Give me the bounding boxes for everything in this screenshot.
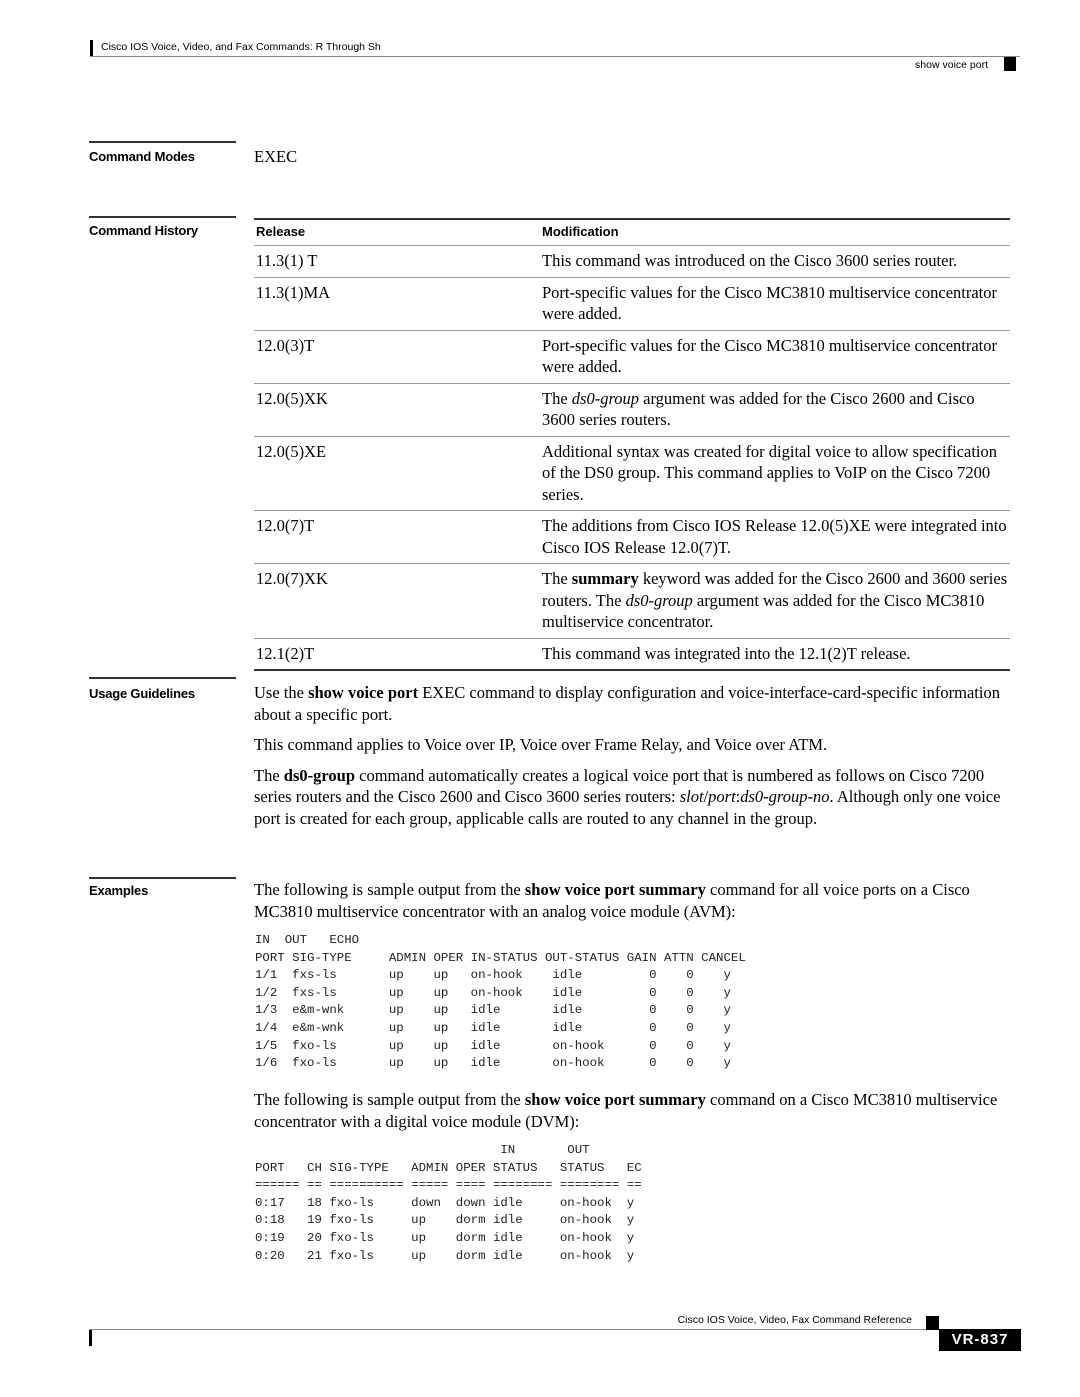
history-modification: Additional syntax was created for digita… bbox=[540, 436, 1010, 511]
history-modification: Port-specific values for the Cisco MC381… bbox=[540, 330, 1010, 384]
history-release: 12.1(2)T bbox=[254, 638, 540, 671]
command-history-rule bbox=[89, 216, 236, 218]
usage-paragraph: This command applies to Voice over IP, V… bbox=[254, 735, 828, 754]
command-modes-rule bbox=[89, 141, 236, 143]
history-release: 12.0(3)T bbox=[254, 330, 540, 384]
command-history-table: Release Modification 11.3(1) T This comma… bbox=[254, 218, 1010, 671]
header-marker-bar bbox=[90, 40, 93, 56]
usage-guidelines-body: Use the show voice port EXEC command to … bbox=[254, 682, 1014, 838]
history-row: 12.0(5)XE Additional syntax was created f… bbox=[254, 436, 1010, 511]
history-modification: This command was introduced on the Cisco… bbox=[540, 245, 1010, 278]
header-section-title: show voice port bbox=[915, 59, 988, 71]
history-release: 12.0(5)XE bbox=[254, 436, 540, 511]
history-modification: The ds0-group argument was added for the… bbox=[540, 383, 1010, 437]
command-modes-value: EXEC bbox=[254, 147, 298, 166]
table-header-row: Release Modification bbox=[254, 218, 1010, 246]
usage-paragraph: Use the show voice port EXEC command to … bbox=[254, 683, 1000, 724]
history-row: 12.0(7)XK The summary keyword was added f… bbox=[254, 563, 1010, 639]
history-release: 12.0(7)XK bbox=[254, 563, 540, 639]
history-modification: Port-specific values for the Cisco MC381… bbox=[540, 277, 1010, 331]
history-release: 11.3(1)MA bbox=[254, 277, 540, 331]
history-release: 12.0(7)T bbox=[254, 510, 540, 564]
history-modification: This command was integrated into the 12.… bbox=[540, 638, 1010, 671]
examples-label: Examples bbox=[89, 883, 149, 898]
header-rule bbox=[90, 56, 1020, 57]
usage-guidelines-label: Usage Guidelines bbox=[89, 686, 195, 701]
command-modes-label: Command Modes bbox=[89, 149, 195, 164]
footer-marker-square bbox=[926, 1316, 939, 1330]
footer-book-title: Cisco IOS Voice, Video, Fax Command Refe… bbox=[677, 1314, 912, 1326]
usage-guidelines-rule bbox=[89, 677, 236, 679]
examples-rule bbox=[89, 877, 236, 879]
history-row: 12.0(5)XK The ds0-group argument was adde… bbox=[254, 383, 1010, 437]
column-header-release: Release bbox=[254, 218, 540, 246]
history-row: 11.3(1)MA Port-specific values for the Ci… bbox=[254, 277, 1010, 331]
footer-marker-bar bbox=[89, 1330, 92, 1346]
dvm-sample-output: IN OUT PORT CH SIG-TYPE ADMIN OPER STATU… bbox=[255, 1143, 642, 1263]
history-row: 12.0(3)T Port-specific values for the Cis… bbox=[254, 330, 1010, 384]
page-number: VR-837 bbox=[939, 1329, 1021, 1351]
header-book-title: Cisco IOS Voice, Video, and Fax Commands… bbox=[101, 41, 381, 53]
avm-sample-output: IN OUT ECHO PORT SIG-TYPE ADMIN OPER IN-… bbox=[255, 933, 746, 1071]
history-release: 12.0(5)XK bbox=[254, 383, 540, 437]
footer-rule bbox=[89, 1329, 927, 1330]
history-row: 12.1(2)T This command was integrated into… bbox=[254, 638, 1010, 671]
header-marker-square bbox=[1004, 57, 1016, 71]
usage-paragraph: The ds0-group command automatically crea… bbox=[254, 765, 1001, 828]
history-modification: The additions from Cisco IOS Release 12.… bbox=[540, 510, 1010, 564]
history-row: 11.3(1) T This command was introduced on … bbox=[254, 245, 1010, 278]
history-release: 11.3(1) T bbox=[254, 245, 540, 278]
examples-intro-avm: The following is sample output from the … bbox=[254, 880, 970, 921]
history-row: 12.0(7)T The additions from Cisco IOS Rel… bbox=[254, 510, 1010, 564]
column-header-modification: Modification bbox=[540, 218, 1010, 246]
command-history-label: Command History bbox=[89, 223, 198, 238]
history-modification: The summary keyword was added for the Ci… bbox=[540, 563, 1010, 639]
examples-intro-dvm: The following is sample output from the … bbox=[254, 1090, 998, 1131]
